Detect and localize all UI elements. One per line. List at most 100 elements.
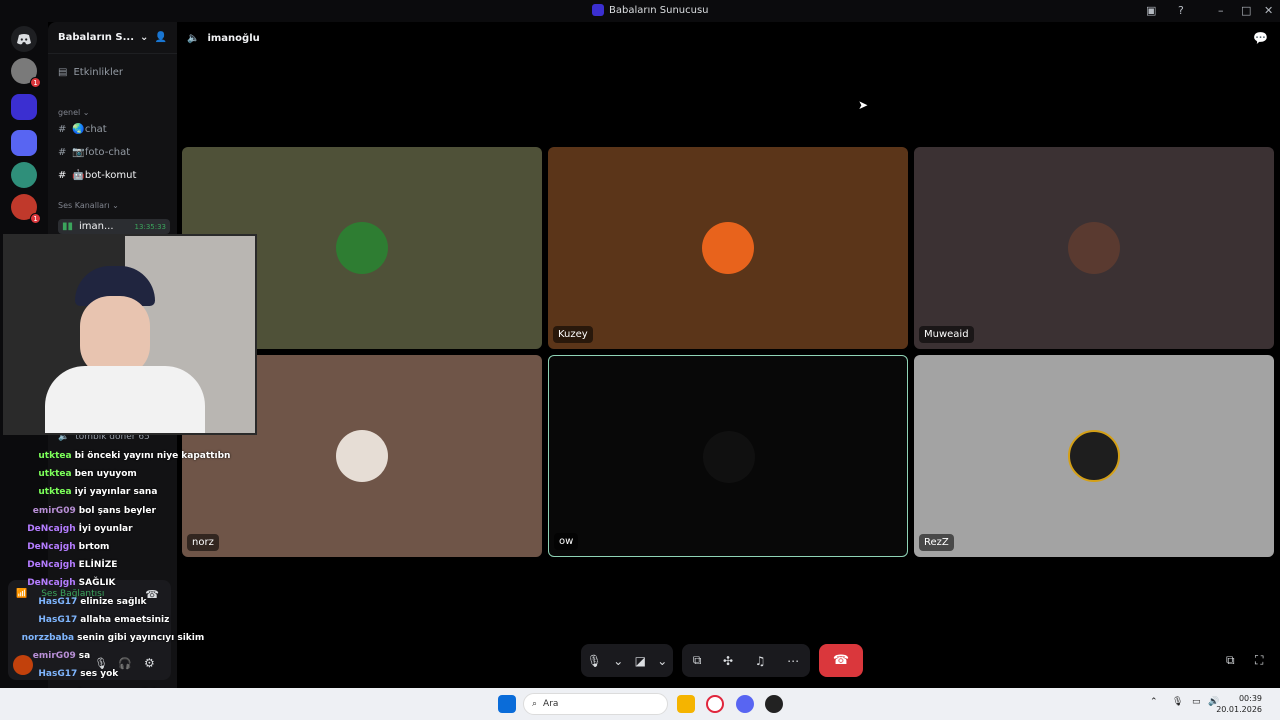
chat-username: DeNcajgh (27, 560, 76, 571)
gear-icon[interactable]: ⚙ (144, 656, 155, 670)
chat-text: senin gibi yayıncıyı sikim (77, 633, 205, 643)
chat-text: sa (78, 651, 91, 662)
activities-icon[interactable]: ✣ (723, 654, 733, 668)
microphone-icon[interactable]: 🎙 (587, 654, 602, 668)
help-icon[interactable]: ? (1178, 4, 1184, 17)
participant-name: ow (554, 533, 579, 550)
participant-tile[interactable]: Muweaid (914, 147, 1274, 349)
close-button[interactable]: ✕ (1264, 4, 1273, 17)
headphones-icon[interactable]: 🎧 (118, 657, 132, 670)
taskbar-search[interactable]: ⌕ Ara (523, 693, 668, 715)
opera-icon[interactable] (706, 695, 724, 713)
chat-message: HasG17 ses yok (38, 669, 118, 679)
participant-tile[interactable]: ow (548, 355, 908, 557)
chat-username: HasG17 (38, 596, 78, 607)
participant-tile[interactable]: RezZ (914, 355, 1274, 557)
signal-icon: 📶 (16, 589, 28, 599)
chat-text: brtom (78, 542, 110, 552)
chat-text: allaha emaetsiniz (80, 614, 170, 625)
notification-badge: 1 (30, 213, 41, 224)
avatar (703, 431, 755, 483)
chat-username: DeNcajgh (27, 578, 76, 589)
windows-start-icon[interactable] (498, 695, 516, 713)
hashtag-icon: # (58, 124, 67, 135)
chat-message: norzzbaba senin gibi yayıncıyı sikim (22, 633, 205, 643)
discord-home-icon[interactable] (11, 26, 37, 52)
microphone-icon[interactable]: 🎙 (1172, 697, 1183, 707)
channel-foto-chat[interactable]: # 📷foto-chat (58, 147, 130, 158)
camera-off-icon[interactable]: ◪ (635, 654, 646, 668)
chat-text: ben uyuyom (74, 469, 137, 480)
calendar-icon: ▤ (58, 67, 68, 78)
server-avatar[interactable]: 1 (11, 58, 41, 88)
category-voice[interactable]: Ses Kanalları ⌄ (58, 201, 119, 210)
chat-username: emirG09 (32, 505, 76, 516)
participant-tile[interactable]: Kuzey (548, 147, 908, 349)
disconnect-button[interactable]: ☎ (819, 644, 863, 677)
chevron-down-icon[interactable]: ⌄ (657, 654, 667, 668)
avatar (336, 430, 388, 482)
chat-username: HasG17 (38, 614, 78, 625)
disconnect-icon[interactable]: ☎ (145, 588, 159, 601)
events-label: Etkinlikler (73, 67, 123, 78)
participant-name: RezZ (919, 534, 954, 551)
channel-label: 🤖bot-komut (72, 170, 137, 181)
channel-bot-komut[interactable]: # 🤖bot-komut (58, 170, 136, 181)
chat-text: iyi yayınlar sana (74, 487, 158, 498)
events-item[interactable]: ▤ Etkinlikler (58, 67, 123, 78)
chat-text: bi önceki yayını niye kapattıbn (74, 451, 231, 461)
channel-label: 📷foto-chat (72, 147, 131, 158)
clock[interactable]: 00:39 20.01.2026 (1216, 693, 1262, 715)
chat-message: DeNcajgh SAĞLIK (27, 578, 115, 588)
voice-channel-active[interactable]: ▮▮ iman... 13:35:33 (58, 219, 170, 234)
title-bar: Babaların Sunucusu ▣ ? – □ ✕ (0, 0, 1280, 22)
file-explorer-icon[interactable] (677, 695, 695, 713)
fullscreen-icon[interactable]: ⛶ (1255, 653, 1263, 668)
phone-hangup-icon: ☎ (832, 653, 850, 668)
minimize-button[interactable]: – (1218, 4, 1224, 17)
chat-message: utktea bi önceki yayını niye kapattıbn (38, 451, 230, 461)
folder-icon[interactable] (11, 130, 37, 156)
chat-message: DeNcajgh İyi oyunlar (27, 524, 132, 534)
chat-message: emirG09 sa (33, 651, 90, 661)
chevron-up-icon[interactable]: ⌃ (1150, 697, 1158, 707)
discord-icon[interactable] (736, 695, 754, 713)
chat-username: utktea (38, 487, 72, 498)
more-icon[interactable]: ⋯ (787, 654, 799, 668)
add-member-icon[interactable]: 👤 (155, 32, 167, 43)
chevron-down-icon: ⌄ (140, 32, 149, 43)
voice-timer: 13:35:33 (134, 222, 166, 231)
call-header: 🔈 imanoğlu 💬 (177, 22, 1280, 54)
server-avatar[interactable]: 1 (11, 194, 41, 224)
audio-controls: 🎙 ⌄ ◪ ⌄ (581, 644, 673, 677)
category-genel[interactable]: genel ⌄ (58, 108, 89, 117)
chat-text: İyi oyunlar (78, 523, 133, 534)
chat-text: ses yok (80, 669, 119, 680)
chat-message: utktea ben uyuyom (38, 469, 136, 479)
chat-username: utktea (38, 469, 72, 480)
network-icon[interactable]: ▭ (1192, 697, 1201, 707)
chevron-down-icon[interactable]: ⌄ (613, 654, 623, 668)
server-avatar-active[interactable] (11, 94, 37, 120)
clock-date: 20.01.2026 (1216, 705, 1262, 714)
inbox-icon[interactable]: ▣ (1146, 4, 1156, 17)
user-panel: 📶 Ses Bağlantısı ☎ 🎙 🎧 ⚙ (8, 580, 171, 680)
chat-text: SAĞLIK (78, 578, 116, 589)
popout-icon[interactable]: ⧉ (1226, 653, 1235, 668)
server-icon (592, 4, 604, 16)
channel-chat[interactable]: # 🌏chat (58, 124, 107, 135)
obs-icon[interactable] (765, 695, 783, 713)
server-avatar[interactable] (11, 162, 37, 188)
avatar (1068, 222, 1120, 274)
avatar[interactable] (13, 655, 33, 675)
server-name: Babaların S... (58, 32, 135, 43)
chat-text: bol şans beyler (78, 505, 156, 516)
chat-username: DeNcajgh (27, 523, 76, 534)
soundboard-icon[interactable]: ♫ (755, 654, 766, 668)
screen-share-icon[interactable]: ⧉ (693, 653, 702, 668)
maximize-button[interactable]: □ (1241, 4, 1251, 17)
chat-bubble-icon[interactable]: 💬 (1253, 31, 1268, 45)
server-header[interactable]: Babaların S... ⌄ 👤 (48, 22, 177, 54)
participant-name: Muweaid (919, 326, 974, 343)
shirt-shape (45, 366, 205, 433)
